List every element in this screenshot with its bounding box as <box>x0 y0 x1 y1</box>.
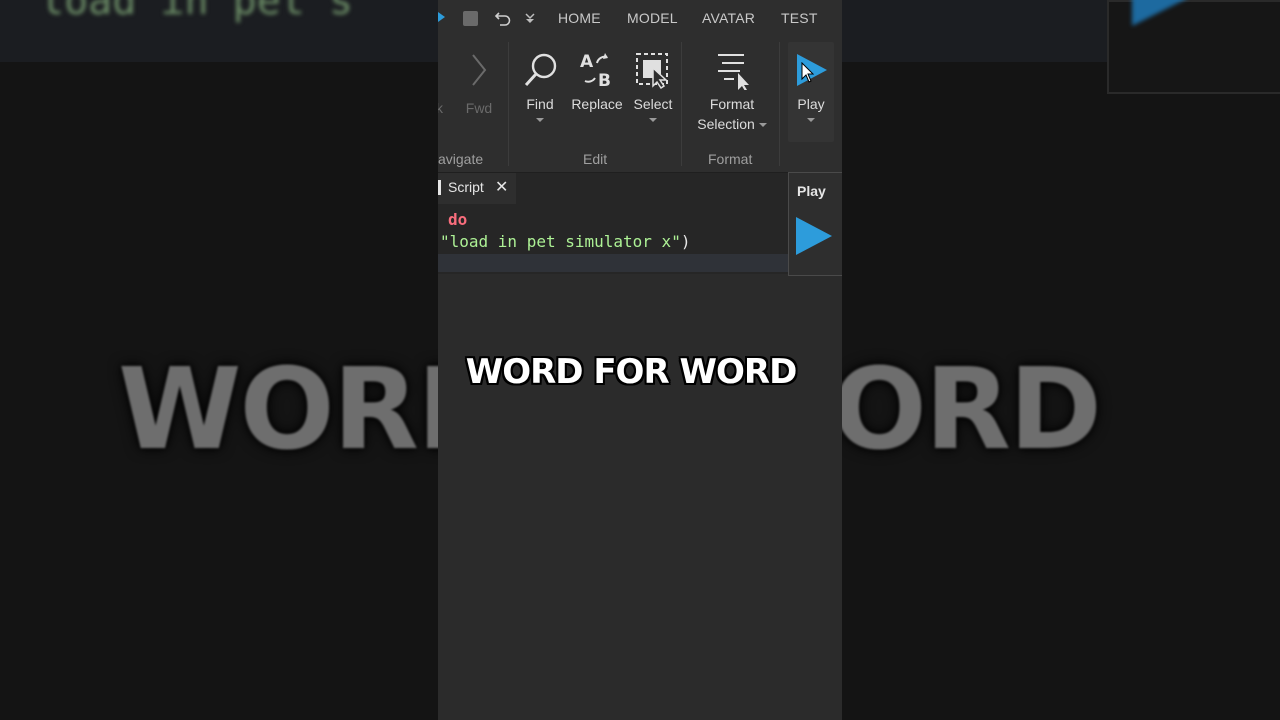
find-label: Find <box>526 96 554 112</box>
format-label-line2: Selection <box>694 116 770 132</box>
current-line-highlight <box>438 254 788 272</box>
play-tooltip: Play <box>788 172 842 276</box>
find-dropdown-icon[interactable] <box>536 118 544 122</box>
group-label-navigate: avigate <box>438 151 484 167</box>
forward-button[interactable]: Fwd <box>464 50 494 116</box>
stop-icon[interactable] <box>463 11 478 26</box>
tab-home[interactable]: HOME <box>558 10 601 26</box>
group-label-format: Format <box>708 151 753 167</box>
group-divider <box>681 42 682 166</box>
tab-model[interactable]: MODEL <box>627 10 678 26</box>
format-icon <box>718 54 749 90</box>
background-code: load in pet s <box>40 0 354 24</box>
video-caption: WORD FOR WORD <box>465 352 798 392</box>
background-caption-left: WORD <box>118 345 438 475</box>
play-tooltip-title: Play <box>797 183 826 199</box>
close-icon[interactable]: ✕ <box>495 177 508 197</box>
select-label: Select <box>633 96 673 112</box>
replace-icon: A B <box>580 52 611 90</box>
svg-text:A: A <box>580 52 594 72</box>
back-button[interactable]: k <box>438 100 443 116</box>
group-label-edit: Edit <box>583 151 608 167</box>
format-selection-button[interactable]: Format Selection <box>694 50 770 132</box>
quick-access-toolbar: HOME MODEL AVATAR TEST <box>438 0 842 37</box>
undo-icon[interactable] <box>494 9 512 27</box>
script-tab-strip: Script ✕ <box>438 172 842 205</box>
more-icon[interactable] <box>524 11 536 25</box>
replace-button[interactable]: A B Replace <box>569 50 625 112</box>
tab-test[interactable]: TEST <box>781 10 818 26</box>
code-line-print[interactable]: "load in pet simulator x") <box>440 232 690 251</box>
script-tab-icon <box>438 180 441 195</box>
svg-text:B: B <box>598 71 611 90</box>
format-dropdown-icon[interactable] <box>758 123 767 128</box>
play-indicator-icon[interactable] <box>438 12 445 22</box>
studio-window: HOME MODEL AVATAR TEST k Fwd avigate Fin… <box>438 0 842 720</box>
code-string: "load in pet simulator x" <box>440 232 681 251</box>
blurred-background-right: ORD <box>842 0 1280 720</box>
select-dropdown-icon[interactable] <box>649 118 657 122</box>
replace-label: Replace <box>571 96 623 112</box>
find-button[interactable]: Find <box>522 50 558 122</box>
code-paren: ) <box>680 232 691 251</box>
play-tooltip-icon <box>796 217 832 255</box>
format-label-line1: Format <box>709 96 755 112</box>
group-divider <box>779 42 780 166</box>
play-button[interactable]: Play <box>788 42 834 142</box>
pointer-icon <box>801 62 815 83</box>
forward-icon <box>472 54 487 86</box>
back-label: k <box>438 100 443 116</box>
background-play-icon <box>1132 0 1188 26</box>
blurred-background-left: load in pet s WORD <box>0 0 438 720</box>
play-label: Play <box>797 96 825 112</box>
script-tab-name: Script <box>448 179 484 195</box>
fwd-label: Fwd <box>465 100 493 116</box>
play-dropdown-icon[interactable] <box>807 118 815 122</box>
tab-avatar[interactable]: AVATAR <box>702 10 755 26</box>
background-caption-right: ORD <box>842 345 1102 475</box>
find-icon <box>524 53 557 87</box>
code-line-keyword[interactable]: do <box>448 210 467 229</box>
ribbon: k Fwd avigate Find A B Replace Select Ed… <box>438 36 842 172</box>
select-button[interactable]: Select <box>631 50 675 122</box>
code-editor[interactable]: do "load in pet simulator x") <box>438 204 788 274</box>
script-tab[interactable]: Script ✕ <box>438 173 516 204</box>
select-icon <box>636 53 668 90</box>
group-divider <box>508 42 509 166</box>
